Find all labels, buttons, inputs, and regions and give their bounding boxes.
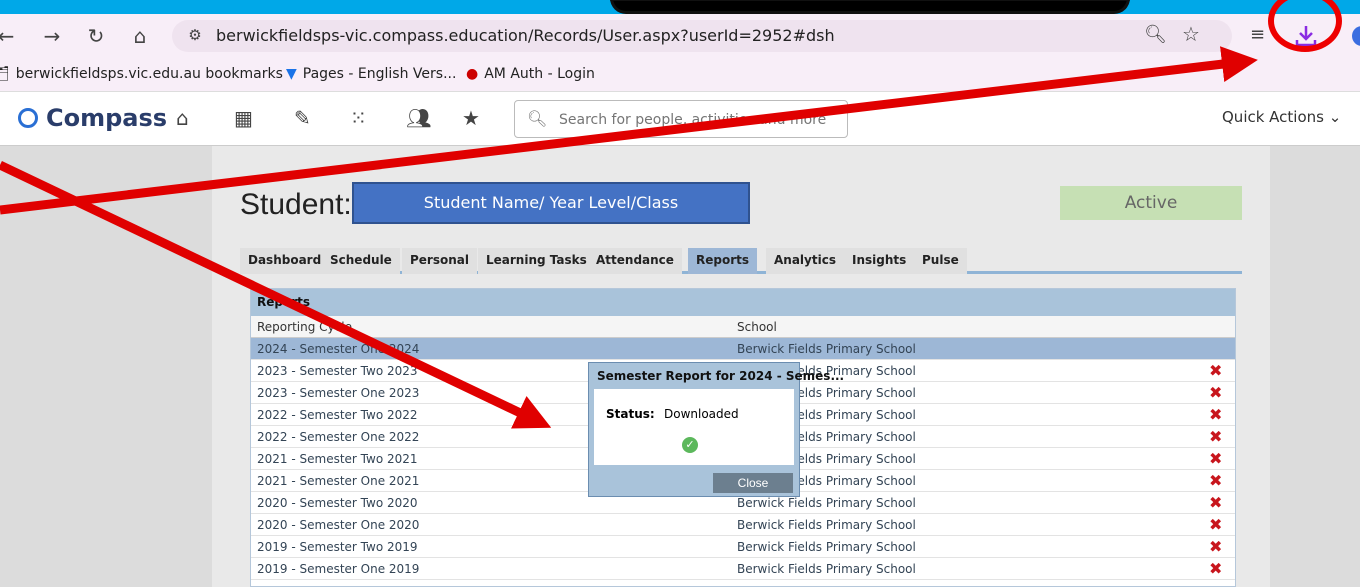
school-cell: Berwick Fields Primary School: [737, 518, 916, 532]
compass-logo-text: Compass: [46, 104, 168, 132]
reporting-cycle-link[interactable]: 2019 - Semester One 2019: [257, 562, 419, 576]
people-icon[interactable]: 👥︎: [406, 106, 431, 130]
tab-personal[interactable]: Personal: [402, 248, 477, 274]
reporting-cycle-link[interactable]: 2019 - Semester Two 2019: [257, 540, 418, 554]
close-button[interactable]: Close: [713, 473, 793, 493]
table-row[interactable]: 2019 - Semester One 2019 Berwick Fields P…: [251, 558, 1235, 580]
reading-list-icon[interactable]: ≡: [1250, 24, 1265, 45]
tab-bar: Dashboard Schedule Personal Learning Tas…: [240, 244, 1242, 274]
reporting-cycle-link[interactable]: 2020 - Semester Two 2020: [257, 496, 418, 510]
table-row[interactable]: 2024 - Semester One 2024 Berwick Fields P…: [251, 338, 1235, 360]
school-cell: Berwick Fields Primary School: [737, 540, 916, 554]
back-icon[interactable]: ←: [0, 24, 18, 48]
bookmark-star-icon[interactable]: ☆: [1182, 22, 1200, 46]
dialog-title: Semester Report for 2024 - Semes...: [597, 369, 845, 383]
tab-dashboard[interactable]: Dashboard: [240, 248, 330, 274]
browser-window: ← → ↻ ⌂ ⚙ berwickfieldsps-vic.compass.ed…: [0, 14, 1360, 587]
address-bar[interactable]: ⚙ berwickfieldsps-vic.compass.education/…: [172, 20, 1232, 52]
reporting-cycle-link[interactable]: 2023 - Semester One 2023: [257, 386, 419, 400]
student-name-box: Student Name/ Year Level/Class: [352, 182, 750, 224]
browser-toolbar: ← → ↻ ⌂ ⚙ berwickfieldsps-vic.compass.ed…: [0, 14, 1360, 58]
delete-icon[interactable]: ✖: [1209, 537, 1222, 556]
tab-attendance[interactable]: Attendance: [588, 248, 682, 274]
dialog-body: Status: Downloaded ✓: [594, 389, 794, 465]
tab-learning-tasks[interactable]: Learning Tasks: [478, 248, 595, 274]
bookmark-item[interactable]: ● AM Auth - Login: [466, 66, 595, 82]
delete-icon[interactable]: ✖: [1209, 449, 1222, 468]
school-cell: Berwick Fields Primary School: [737, 496, 916, 510]
grid-icon[interactable]: ⁙: [350, 106, 367, 130]
pencil-icon[interactable]: ✎: [294, 106, 311, 130]
reporting-cycle-link[interactable]: 2021 - Semester Two 2021: [257, 452, 418, 466]
home-nav-icon[interactable]: ⌂: [176, 106, 189, 130]
folder-gear-icon: 🗂: [0, 66, 10, 82]
bookmark-label: AM Auth - Login: [484, 66, 595, 82]
calendar-icon[interactable]: ▦: [234, 106, 253, 130]
quick-actions-menu[interactable]: Quick Actions ⌄: [1222, 108, 1341, 126]
table-header: Reporting Cycle School: [251, 316, 1235, 338]
status-badge: Active: [1060, 186, 1242, 220]
annotation-blob: [610, 0, 1130, 14]
bookmark-item[interactable]: 🗂 berwickfieldsps.vic.edu.au bookmarks: [0, 66, 283, 82]
reload-icon[interactable]: ↻: [84, 24, 108, 48]
url-text[interactable]: berwickfieldsps-vic.compass.education/Re…: [216, 26, 835, 45]
zoom-icon[interactable]: 🔍︎: [1144, 24, 1167, 45]
delete-icon[interactable]: ✖: [1209, 559, 1222, 578]
people-search[interactable]: 🔍︎: [514, 100, 848, 138]
screenshot-frame: ← → ↻ ⌂ ⚙ berwickfieldsps-vic.compass.ed…: [0, 0, 1360, 587]
forward-icon[interactable]: →: [40, 24, 64, 48]
auth-logo-icon: ●: [466, 66, 479, 82]
search-input[interactable]: [559, 109, 839, 131]
delete-icon[interactable]: ✖: [1209, 471, 1222, 490]
home-icon[interactable]: ⌂: [128, 24, 152, 48]
tab-pulse[interactable]: Pulse: [914, 248, 967, 274]
profile-avatar[interactable]: [1352, 26, 1360, 46]
bookmark-label: Pages - English Vers...: [302, 66, 457, 82]
table-row[interactable]: 2019 - Semester Two 2019 Berwick Fields P…: [251, 536, 1235, 558]
site-info-icon[interactable]: ⚙: [184, 26, 206, 46]
quick-actions-label: Quick Actions: [1222, 108, 1324, 126]
school-cell: Berwick Fields Primary School: [737, 562, 916, 576]
reporting-cycle-link[interactable]: 2022 - Semester Two 2022: [257, 408, 418, 422]
column-school[interactable]: School: [737, 320, 777, 334]
table-row[interactable]: 2020 - Semester One 2020 Berwick Fields P…: [251, 514, 1235, 536]
search-icon: 🔍︎: [527, 109, 548, 128]
tab-analytics[interactable]: Analytics: [766, 248, 844, 274]
column-reporting-cycle[interactable]: Reporting Cycle: [257, 320, 352, 334]
delete-icon[interactable]: ✖: [1209, 405, 1222, 424]
delete-icon[interactable]: ✖: [1209, 383, 1222, 402]
tab-insights[interactable]: Insights: [844, 248, 915, 274]
reporting-cycle-link[interactable]: 2024 - Semester One 2024: [257, 342, 419, 356]
status-label: Status:: [606, 407, 655, 421]
tab-schedule[interactable]: Schedule: [322, 248, 400, 274]
delete-icon[interactable]: ✖: [1209, 515, 1222, 534]
page-title: Student:: [240, 188, 352, 221]
tab-reports[interactable]: Reports: [688, 248, 758, 274]
compass-header: Compass ⌂ ▦ ✎ ⁙ 👥︎ ★ 🔍︎ Quick Actions ⌄: [0, 92, 1360, 146]
compass-logo[interactable]: Compass: [18, 104, 167, 132]
reporting-cycle-link[interactable]: 2023 - Semester Two 2023: [257, 364, 418, 378]
reporting-cycle-link[interactable]: 2022 - Semester One 2022: [257, 430, 419, 444]
chevron-down-icon: ⌄: [1328, 108, 1342, 126]
school-cell: Berwick Fields Primary School: [737, 342, 916, 356]
bookmarks-bar: 🗂 berwickfieldsps.vic.edu.au bookmarks ▼ P…: [0, 58, 1360, 92]
reports-heading: Reports: [251, 289, 1235, 316]
delete-icon[interactable]: ✖: [1209, 493, 1222, 512]
delete-icon[interactable]: ✖: [1209, 361, 1222, 380]
chevron-logo-icon: ▼: [286, 66, 297, 82]
bookmark-label: berwickfieldsps.vic.edu.au bookmarks: [15, 66, 283, 82]
check-circle-icon: ✓: [682, 437, 698, 453]
reporting-cycle-link[interactable]: 2020 - Semester One 2020: [257, 518, 419, 532]
download-status-dialog: Semester Report for 2024 - Semes... Stat…: [588, 362, 844, 497]
favorites-star-icon[interactable]: ★: [462, 106, 480, 130]
bookmark-item[interactable]: ▼ Pages - English Vers...: [286, 66, 456, 82]
delete-icon[interactable]: ✖: [1209, 427, 1222, 446]
compass-logo-icon: [18, 108, 38, 128]
reporting-cycle-link[interactable]: 2021 - Semester One 2021: [257, 474, 419, 488]
status-value: Downloaded: [664, 407, 739, 421]
